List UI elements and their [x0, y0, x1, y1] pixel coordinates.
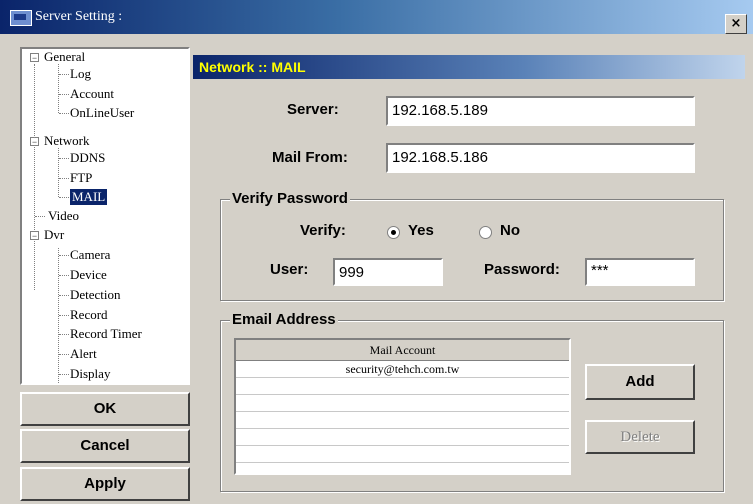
list-item[interactable]	[236, 378, 569, 395]
add-button[interactable]: Add	[585, 364, 695, 400]
tree-line	[58, 64, 59, 113]
tree-item-mail[interactable]: MAIL	[70, 189, 108, 205]
collapse-icon[interactable]: −	[30, 137, 39, 147]
tree-item-camera[interactable]: Camera	[70, 247, 110, 263]
tree-line	[59, 334, 69, 335]
list-item[interactable]	[236, 463, 569, 473]
close-button[interactable]: ×	[725, 14, 747, 34]
tree-line	[58, 248, 59, 383]
apply-button[interactable]: Apply	[20, 467, 190, 501]
password-input[interactable]: ***	[585, 258, 695, 286]
list-item[interactable]	[236, 412, 569, 429]
delete-button[interactable]: Delete	[585, 420, 695, 454]
list-item[interactable]	[236, 446, 569, 463]
list-item[interactable]	[236, 429, 569, 446]
tree-line	[59, 255, 69, 256]
verify-no-label[interactable]: No	[500, 222, 520, 239]
tree-line	[59, 74, 69, 75]
list-item[interactable]	[236, 395, 569, 412]
tree-line	[59, 197, 69, 198]
server-label: Server:	[287, 101, 339, 118]
list-item[interactable]: security@tehch.com.tw	[236, 361, 569, 378]
tree-line	[59, 113, 69, 114]
tree-item-record[interactable]: Record	[70, 307, 108, 323]
tree-line	[59, 158, 69, 159]
mail-from-input[interactable]: 192.168.5.186	[386, 143, 695, 173]
collapse-icon[interactable]: −	[30, 231, 39, 241]
tree-line	[59, 178, 69, 179]
tree-line	[59, 315, 69, 316]
verify-label: Verify:	[300, 222, 346, 239]
settings-tree[interactable]: − General Log Account OnLineUser − Netwo…	[20, 47, 190, 385]
close-icon: ×	[730, 16, 742, 31]
tree-item-record-timer[interactable]: Record Timer	[70, 326, 142, 342]
user-input[interactable]: 999	[333, 258, 443, 286]
mail-account-column-header[interactable]: Mail Account	[236, 340, 569, 361]
tree-item-network[interactable]: Network	[44, 133, 90, 149]
tree-item-ftp[interactable]: FTP	[70, 170, 92, 186]
verify-yes-radio[interactable]	[387, 226, 400, 239]
app-icon	[10, 10, 32, 26]
tree-item-ddns[interactable]: DDNS	[70, 150, 105, 166]
tree-item-dvr[interactable]: Dvr	[44, 227, 64, 243]
collapse-icon[interactable]: −	[30, 53, 39, 63]
server-setting-window: Server Setting : × − General Log Account…	[0, 0, 753, 504]
cancel-button[interactable]: Cancel	[20, 429, 190, 463]
tree-line	[59, 374, 69, 375]
tree-item-detection[interactable]: Detection	[70, 287, 121, 303]
tree-item-account[interactable]: Account	[70, 86, 114, 102]
tree-item-device[interactable]: Device	[70, 267, 107, 283]
tree-item-general[interactable]: General	[44, 49, 85, 65]
tree-item-log[interactable]: Log	[70, 66, 91, 82]
tree-line	[59, 275, 69, 276]
tree-item-onlineuser[interactable]: OnLineUser	[70, 105, 134, 121]
ok-button[interactable]: OK	[20, 392, 190, 426]
mail-from-label: Mail From:	[272, 149, 348, 166]
mail-account-list[interactable]: Mail Account security@tehch.com.tw	[234, 338, 571, 475]
verify-yes-label[interactable]: Yes	[408, 222, 434, 239]
verify-password-title: Verify Password	[230, 190, 350, 207]
tree-line	[35, 216, 45, 217]
email-address-title: Email Address	[230, 311, 338, 328]
tree-line	[59, 295, 69, 296]
tree-item-video[interactable]: Video	[48, 208, 79, 224]
window-title: Server Setting :	[35, 9, 123, 24]
tree-item-alert[interactable]: Alert	[70, 346, 97, 362]
tree-line	[34, 64, 35, 290]
verify-no-radio[interactable]	[479, 226, 492, 239]
tree-line	[59, 94, 69, 95]
tree-line	[59, 354, 69, 355]
title-bar[interactable]: Server Setting : ×	[0, 0, 753, 34]
server-input[interactable]: 192.168.5.189	[386, 96, 695, 126]
user-label: User:	[270, 261, 309, 278]
tree-item-display[interactable]: Display	[70, 366, 110, 382]
password-label: Password:	[484, 261, 560, 278]
section-title: Network :: MAIL	[193, 55, 745, 79]
tree-line	[58, 148, 59, 197]
